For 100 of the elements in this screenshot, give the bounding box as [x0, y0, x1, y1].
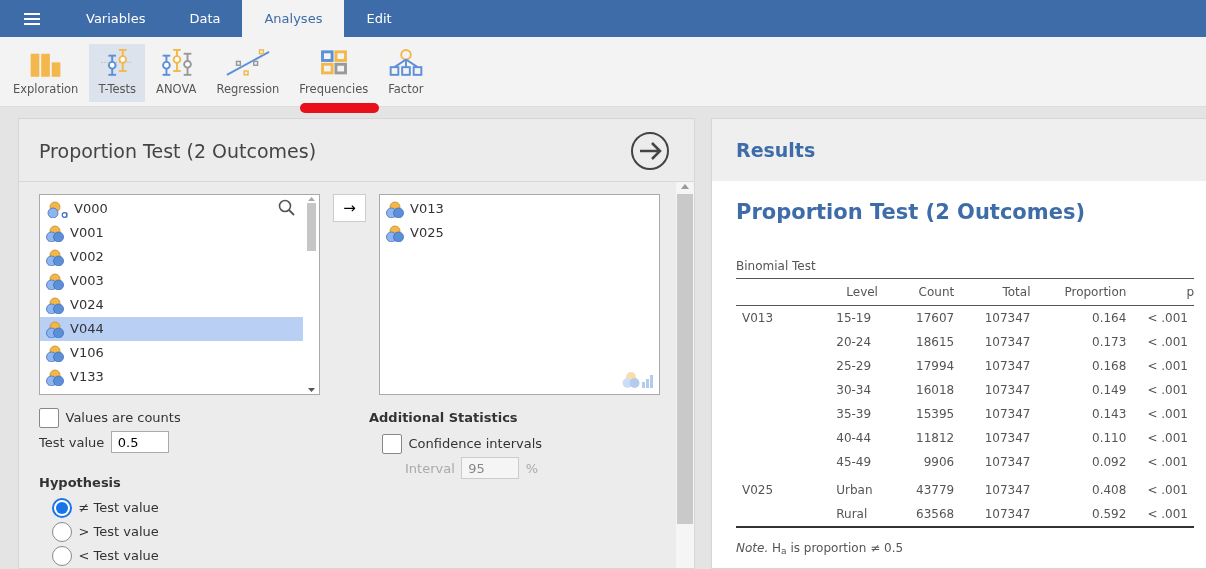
table-cell: 0.110 — [1092, 430, 1127, 445]
menu-tab[interactable]: Analyses — [242, 0, 345, 37]
field-label: Test value — [39, 433, 105, 452]
nominal-variable-icon — [46, 344, 64, 362]
panel-title: Proportion Test (2 Outcomes) — [39, 138, 317, 164]
nominal-variable-icon — [46, 272, 64, 290]
toolbar-button[interactable]: T-Tests — [89, 44, 146, 102]
table-note: Note. H$_{a}$ is proportion ≠ 0.5 — [736, 539, 905, 557]
scrollbar-thumb[interactable] — [306, 203, 316, 251]
table-cell: < .001 — [1147, 430, 1188, 445]
move-variable-button[interactable]: → — [333, 194, 366, 222]
run-button[interactable] — [630, 131, 670, 171]
table-cell: 18615 — [916, 334, 955, 349]
toolbar-button[interactable]: Regression — [207, 44, 289, 102]
column-header: Total — [1002, 284, 1031, 299]
variable-item[interactable]: V003 — [40, 269, 303, 293]
table-cell: 35-39 — [836, 406, 872, 421]
table-cell: 0.173 — [1092, 334, 1127, 349]
unit-label: % — [525, 459, 539, 478]
radio-label: < Test value — [78, 546, 159, 565]
table-cell: 40-44 — [836, 430, 872, 445]
table-cell: 107347 — [984, 310, 1031, 325]
section-heading: Additional Statistics — [369, 409, 519, 427]
column-header: p — [1186, 284, 1194, 299]
table-cell: 15-19 — [836, 310, 872, 325]
nominal-variable-icon — [386, 224, 404, 242]
nominal-variable-icon — [46, 320, 64, 338]
toolbar-button[interactable]: ANOVA — [147, 44, 206, 102]
table-cell: 107347 — [984, 358, 1031, 373]
table-cell: 107347 — [984, 482, 1031, 497]
table-cell: < .001 — [1147, 406, 1188, 421]
nominal-variable-icon — [46, 248, 64, 266]
menu-icon — [24, 12, 40, 25]
table-cell: V025 — [742, 482, 774, 497]
checkbox[interactable] — [39, 408, 59, 428]
table-cell: 9906 — [923, 454, 955, 469]
error-bars-icon — [159, 48, 193, 77]
toolbar-button[interactable]: Frequencies — [290, 44, 378, 102]
table-cell: < .001 — [1147, 382, 1188, 397]
variable-item[interactable]: V013 — [380, 197, 659, 221]
results-title: Proportion Test (2 Outcomes) — [736, 199, 1086, 226]
tree-diagram-icon — [388, 48, 423, 77]
variable-item[interactable]: V002 — [40, 245, 303, 269]
table-cell: 107347 — [984, 430, 1031, 445]
results-header: Results — [712, 119, 1206, 181]
scroll-down-icon[interactable] — [306, 386, 316, 394]
variable-item[interactable]: V001 — [40, 221, 303, 245]
table-cell: < .001 — [1147, 482, 1188, 497]
table-cell: 107347 — [984, 406, 1031, 421]
variable-item[interactable]: V025 — [380, 221, 659, 245]
nominal-variable-icon — [46, 296, 64, 314]
nominal-variable-icon — [46, 368, 64, 386]
column-header: Count — [918, 284, 955, 299]
column-header: Proportion — [1064, 284, 1127, 299]
table-title: Binomial Test — [736, 257, 817, 275]
table-cell: 0.592 — [1092, 506, 1127, 521]
table-cell: Rural — [836, 506, 868, 521]
nominal-text-variable-icon — [46, 200, 68, 218]
table-cell: 107347 — [984, 454, 1031, 469]
table-cell: 0.164 — [1092, 310, 1127, 325]
radio-label: > Test value — [78, 522, 159, 541]
nominal-variable-icon — [386, 200, 404, 218]
search-icon[interactable] — [278, 199, 295, 216]
radio-button[interactable] — [52, 545, 72, 566]
variable-item[interactable]: V024 — [40, 293, 303, 317]
table-cell: 17994 — [916, 358, 955, 373]
menu-tab[interactable]: Edit — [344, 0, 414, 37]
toolbar-button[interactable]: Exploration — [4, 44, 88, 102]
checkbox-label: Values are counts — [65, 409, 181, 428]
radio-button[interactable] — [52, 521, 72, 542]
checkbox[interactable] — [382, 434, 402, 454]
table-cell: 45-49 — [836, 454, 872, 469]
table-cell: 107347 — [984, 506, 1031, 521]
checkbox-label: Confidence intervals — [408, 435, 543, 454]
table-cell: 17607 — [916, 310, 955, 325]
radio-label: ≠ Test value — [78, 498, 159, 517]
radio-button[interactable] — [52, 497, 72, 518]
menu-tab[interactable]: Variables — [64, 0, 168, 37]
test-value-field[interactable]: 0.5 — [110, 431, 169, 454]
table-cell: 0.092 — [1092, 454, 1127, 469]
variable-item[interactable]: V000 — [40, 197, 303, 221]
table-cell: < .001 — [1147, 506, 1188, 521]
menu-tab[interactable]: Data — [167, 0, 243, 37]
table-cell: 0.143 — [1092, 406, 1127, 421]
scroll-up-icon[interactable] — [680, 182, 690, 190]
toolbar-button[interactable]: Factor — [379, 44, 433, 102]
table-cell: 0.149 — [1092, 382, 1127, 397]
variable-type-icon — [622, 371, 653, 388]
table-cell: 107347 — [984, 382, 1031, 397]
table-cell: < .001 — [1147, 334, 1188, 349]
table-cell: < .001 — [1147, 310, 1188, 325]
table-cell: 0.408 — [1092, 482, 1127, 497]
table-cell: Urban — [836, 482, 873, 497]
field-label: Interval — [405, 459, 455, 478]
scrollbar-thumb[interactable] — [677, 194, 693, 524]
variable-item[interactable]: V044 — [40, 317, 303, 341]
table-cell: 15395 — [916, 406, 955, 421]
grid-squares-icon — [319, 48, 348, 77]
variable-item[interactable]: V106 — [40, 341, 303, 365]
variable-item[interactable]: V133 — [40, 365, 303, 389]
